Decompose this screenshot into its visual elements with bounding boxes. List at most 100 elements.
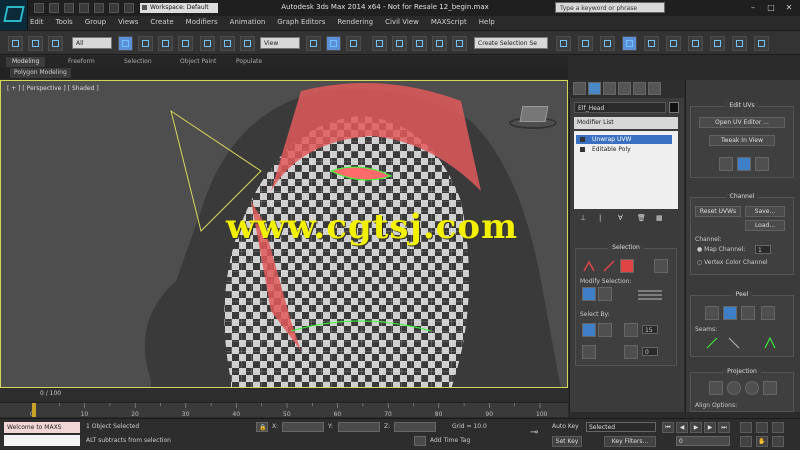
track-bar[interactable]: 0 10 20 30 40 50 60 70 80 90 100	[0, 402, 568, 418]
time-slider[interactable]: 0 / 100	[0, 389, 568, 401]
render-setup-button[interactable]	[710, 36, 725, 51]
menu-group[interactable]: Group	[85, 18, 106, 30]
zoom-icon[interactable]	[740, 422, 752, 433]
vertex-mode-icon[interactable]	[582, 259, 596, 273]
next-frame-icon[interactable]: ▶	[704, 422, 716, 433]
play-icon[interactable]: ▶	[690, 422, 702, 433]
selection-filter-dropdown[interactable]: All	[72, 37, 112, 49]
load-button[interactable]: Load...	[745, 220, 785, 231]
pin-stack-icon[interactable]: ⊥	[580, 214, 590, 224]
cylindrical-map-icon[interactable]	[727, 381, 741, 395]
curve-editor-button[interactable]	[644, 36, 659, 51]
workspace-dropdown[interactable]: Workspace: Default	[140, 3, 218, 13]
show-end-result-icon[interactable]: |	[599, 214, 609, 224]
edge-sel-to-seam-icon[interactable]	[727, 336, 741, 350]
edge-mode-icon[interactable]	[602, 259, 616, 273]
hierarchy-tab-icon[interactable]	[603, 82, 616, 95]
align-button[interactable]	[578, 36, 593, 51]
maxscript-listener[interactable]: Welcome to MAXS	[4, 422, 80, 433]
select-manipulate-button[interactable]	[326, 36, 341, 51]
rendered-frame-window-button[interactable]	[732, 36, 747, 51]
z-coordinate-field[interactable]	[394, 422, 436, 432]
spherical-map-icon[interactable]	[745, 381, 759, 395]
seam-to-edge-icon[interactable]	[763, 336, 777, 350]
menu-animation[interactable]: Animation	[230, 18, 266, 30]
current-frame-field[interactable]: 0	[676, 436, 730, 446]
element-mode-icon[interactable]	[654, 259, 668, 273]
x-coordinate-field[interactable]	[282, 422, 324, 432]
tab-modeling[interactable]: Modeling	[6, 57, 46, 67]
lightbulb-icon[interactable]	[580, 137, 585, 142]
material-editor-button[interactable]	[688, 36, 703, 51]
menu-help[interactable]: Help	[479, 18, 495, 30]
box-map-icon[interactable]	[763, 381, 777, 395]
select-by-smoothing-icon[interactable]	[624, 345, 638, 359]
vertex-color-channel-radio[interactable]: ○ Vertex Color Channel	[697, 259, 768, 266]
make-unique-icon[interactable]: ∀	[618, 214, 628, 224]
relax-icon[interactable]	[741, 306, 755, 320]
graphite-toolbar-button[interactable]	[622, 36, 637, 51]
unlink-button[interactable]	[48, 36, 63, 51]
mirror-button[interactable]	[556, 36, 571, 51]
menu-graph-editors[interactable]: Graph Editors	[277, 18, 325, 30]
add-time-tag[interactable]: Add Time Tag	[430, 437, 470, 444]
key-filters-button[interactable]: Key Filters...	[604, 436, 656, 447]
save-button[interactable]: Save...	[745, 206, 785, 217]
window-crossing-button[interactable]	[178, 36, 193, 51]
configure-sets-icon[interactable]: ▦	[656, 214, 666, 224]
tab-selection[interactable]: Selection	[118, 57, 158, 67]
polygon-mode-icon[interactable]	[620, 259, 634, 273]
redo-icon[interactable]	[94, 3, 104, 13]
go-to-start-icon[interactable]: ⏮	[662, 422, 674, 433]
zoom-extents-icon[interactable]	[772, 422, 784, 433]
select-object-button[interactable]	[118, 36, 133, 51]
layer-manager-button[interactable]	[600, 36, 615, 51]
polygon-modeling-label[interactable]: Polygon Modeling	[10, 68, 71, 78]
field-of-view-icon[interactable]	[740, 436, 752, 447]
key-selection-dropdown[interactable]: Selected	[586, 422, 656, 432]
keyboard-shortcut-button[interactable]	[346, 36, 361, 51]
seam-from-selection-icon[interactable]	[705, 336, 719, 350]
link-button[interactable]	[28, 36, 43, 51]
map-channel-radio[interactable]: ● Map Channel:	[697, 246, 745, 253]
perspective-viewport[interactable]: [ + ] [ Perspective ] [ Shaded ] www.cgt…	[0, 80, 568, 388]
undo-icon[interactable]	[79, 3, 89, 13]
reference-coord-dropdown[interactable]: View	[260, 37, 300, 49]
open-file-icon[interactable]	[49, 3, 59, 13]
save-file-icon[interactable]	[64, 3, 74, 13]
menu-maxscript[interactable]: MAXScript	[431, 18, 467, 30]
edit-seams-icon[interactable]	[737, 157, 751, 171]
named-selection-dropdown[interactable]: Create Selection Se	[474, 37, 548, 49]
schematic-view-button[interactable]	[666, 36, 681, 51]
auto-key-button[interactable]: Auto Key	[552, 423, 579, 430]
tab-populate[interactable]: Populate	[230, 57, 268, 67]
menu-edit[interactable]: Edit	[30, 18, 44, 30]
motion-tab-icon[interactable]	[618, 82, 631, 95]
lock-selection-icon[interactable]: 🔒	[256, 422, 268, 432]
current-frame-marker[interactable]	[32, 403, 36, 417]
key-icon[interactable]: ⊸	[530, 427, 538, 438]
planar-map-icon[interactable]	[709, 381, 723, 395]
y-coordinate-field[interactable]	[338, 422, 380, 432]
tab-freeform[interactable]: Freeform	[62, 57, 101, 67]
maxscript-input[interactable]	[4, 435, 80, 446]
point-to-point-seam-icon[interactable]	[719, 157, 733, 171]
search-input[interactable]: Type a keyword or phrase	[555, 2, 665, 13]
stack-item-unwrap-uvw[interactable]: Unwrap UVW	[576, 135, 672, 144]
menu-views[interactable]: Views	[118, 18, 138, 30]
pan-icon[interactable]: ✋	[756, 436, 768, 447]
angle-snap-button[interactable]	[392, 36, 407, 51]
select-by-name-button[interactable]	[138, 36, 153, 51]
tab-object-paint[interactable]: Object Paint	[174, 57, 222, 67]
time-tag-icon[interactable]	[414, 436, 426, 446]
move-button[interactable]	[200, 36, 215, 51]
viewport-label[interactable]: [ + ] [ Perspective ] [ Shaded ]	[7, 85, 99, 92]
orbit-icon[interactable]	[772, 436, 784, 447]
project-folder-icon[interactable]	[109, 3, 119, 13]
quick-peel-icon[interactable]	[705, 306, 719, 320]
menu-rendering[interactable]: Rendering	[337, 18, 373, 30]
planar-angle-spinner[interactable]: 15	[642, 325, 658, 334]
minimize-icon[interactable]: –	[746, 3, 760, 13]
select-by-element-icon[interactable]	[582, 323, 596, 337]
snaps-toggle-button[interactable]	[372, 36, 387, 51]
